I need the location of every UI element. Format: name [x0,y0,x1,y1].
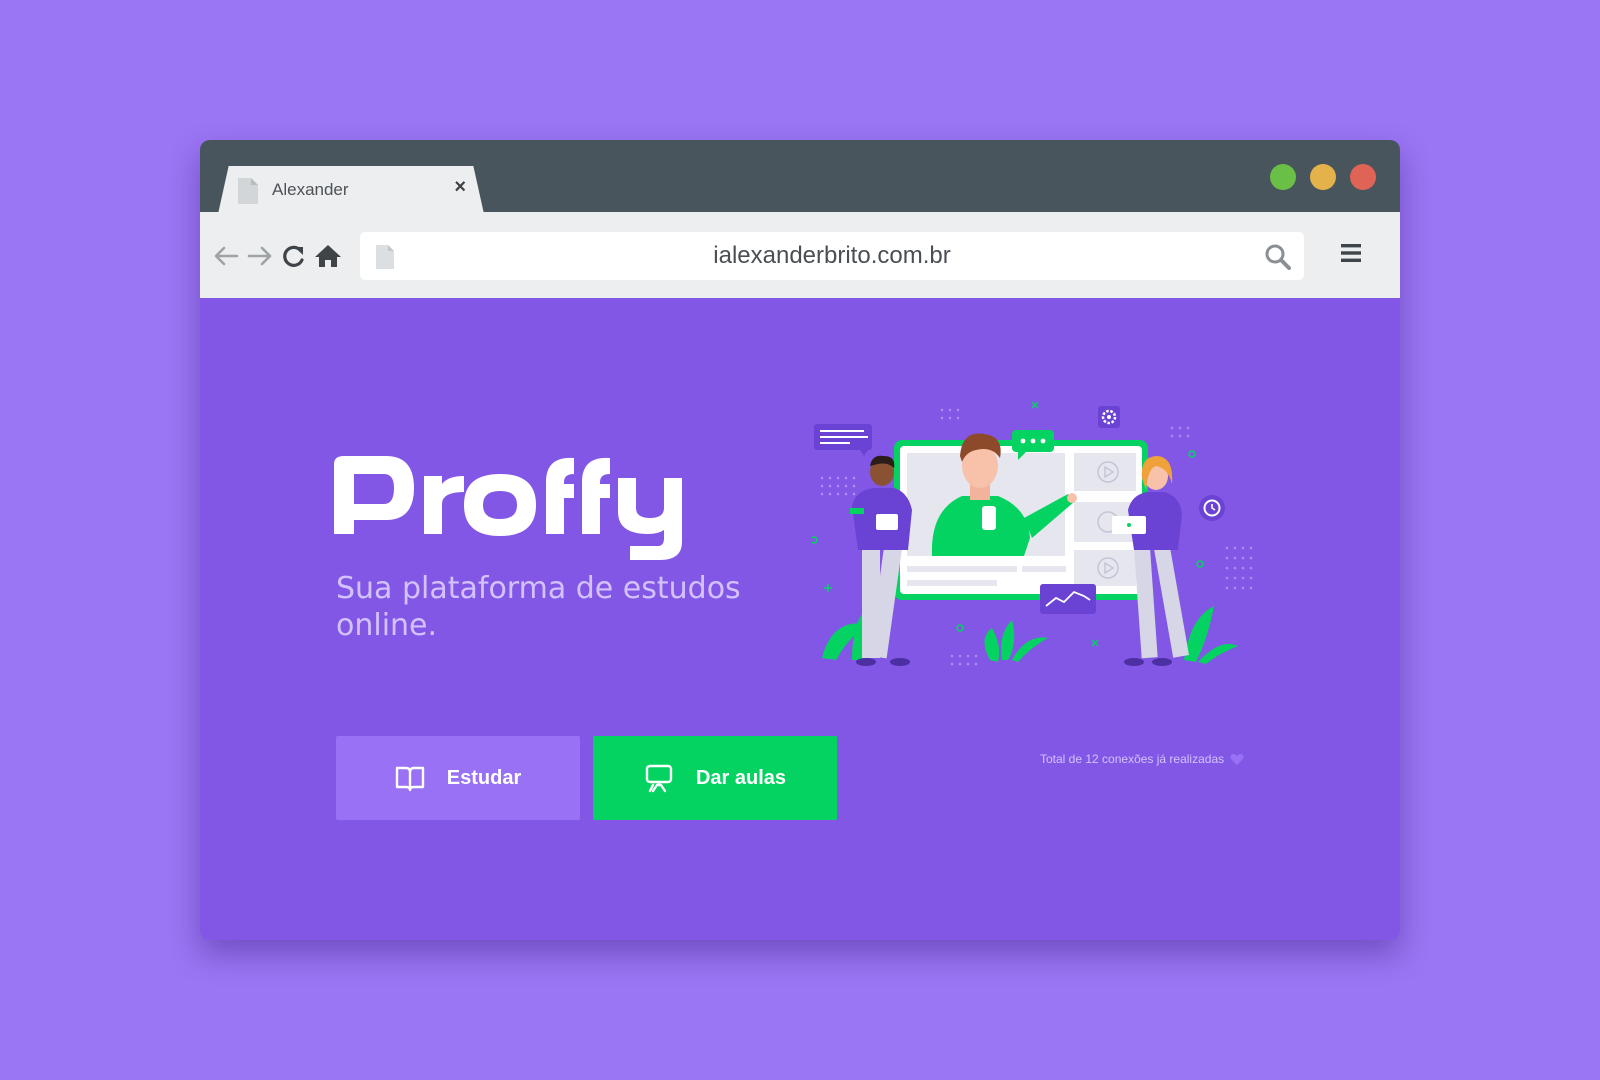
teach-button-label: Dar aulas [695,766,787,789]
tab-title: Alexander [272,180,349,199]
maximize-button[interactable] [1270,164,1296,190]
close-window-button[interactable] [1350,164,1376,190]
message-card-icon [814,424,872,456]
tagline-line-2: online. [336,608,438,643]
browser-toolbar: ialexanderbrito.com.br [200,212,1400,298]
clock-icon [1199,495,1225,521]
tagline: Sua plataforma de estudos online. [336,570,756,644]
chart-card-icon [1040,584,1096,614]
proffy-logo [334,456,682,560]
search-icon[interactable] [1264,243,1292,271]
url-text: ialexanderbrito.com.br [713,242,951,269]
book-open-icon [395,766,424,792]
title-bar: Alexander × [200,140,1400,214]
minimize-button[interactable] [1310,164,1336,190]
connections-counter: Total de 12 conexões já realizadas [1040,752,1244,766]
address-bar[interactable]: ialexanderbrito.com.br [360,232,1304,280]
document-icon [238,178,258,204]
window-controls [1270,164,1376,190]
browser-tab[interactable]: Alexander × [218,166,484,214]
page-content: Sua plataforma de estudos online. Estuda… [200,298,1400,940]
arrow-left-icon[interactable] [212,242,240,270]
study-button[interactable]: Estudar [336,736,580,820]
presentation-board-icon [645,764,673,793]
tagline-line-1: Sua plataforma de estudos [336,571,741,606]
reload-icon[interactable] [280,242,308,270]
teach-button[interactable]: Dar aulas [593,736,837,820]
heart-icon [1230,753,1244,765]
gear-icon [1098,406,1120,428]
browser-window: Alexander × ialexanderbrito.com.br Sua p… [200,140,1400,940]
study-button-label: Estudar [446,766,522,789]
arrow-right-icon[interactable] [246,242,274,270]
connections-text: Total de 12 conexões já realizadas [1040,752,1225,766]
tab-close-button[interactable]: × [454,176,466,199]
hamburger-menu-icon[interactable] [1340,242,1362,264]
hero-illustration [812,401,1253,666]
home-icon[interactable] [314,242,342,270]
